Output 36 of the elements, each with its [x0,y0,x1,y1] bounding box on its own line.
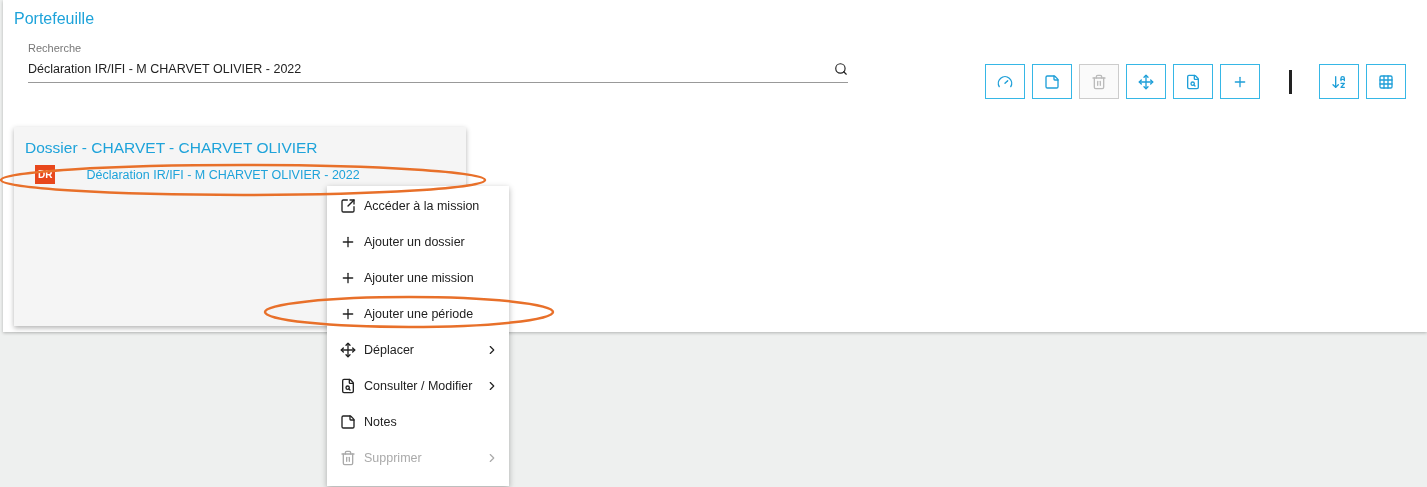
menu-item[interactable]: Ajouter une période [327,296,509,332]
sort-icon [1331,73,1347,90]
menu-item[interactable]: Consulter / Modifier [327,368,509,404]
move-button[interactable] [1126,64,1166,99]
plus-icon [340,306,356,322]
card-title: Dossier - CHARVET - CHARVET OLIVIER [25,139,319,157]
search-icon[interactable] [834,62,848,76]
plus-button[interactable] [1220,64,1260,99]
menu-item[interactable]: Déplacer [327,332,509,368]
note-button[interactable] [1032,64,1072,99]
menu-item[interactable]: Notes [327,404,509,440]
search-label: Recherche [28,42,83,54]
gauge-button[interactable] [985,64,1025,99]
plus-icon [340,270,356,286]
trash-icon [340,450,356,466]
gauge-icon [997,73,1013,90]
menu-item[interactable]: Ajouter un dossier [327,224,509,260]
note-icon [340,414,356,430]
trash-icon [1091,73,1107,90]
grid-button[interactable] [1366,64,1406,99]
file-search-icon [340,378,356,394]
grid-icon [1378,73,1394,90]
file-search-icon [1185,73,1201,90]
search-field[interactable]: Recherche Déclaration IR/IFI - M CHARVET OLIVIER - 2022 [28,42,848,83]
menu-item[interactable]: Ajouter une mission [327,260,509,296]
search-value: Déclaration IR/IFI - M CHARVET OLIVIER - 2022 [28,62,302,76]
toolbar-divider [1289,69,1292,94]
menu-item[interactable]: Accéder à la mission [327,188,509,224]
sort-button[interactable] [1319,64,1359,99]
file-search-button[interactable] [1173,64,1213,99]
plus-icon [340,234,356,250]
note-icon [1044,73,1060,90]
open-icon [340,198,356,214]
move-icon [1138,73,1154,90]
page-title: Portefeuille [14,10,96,28]
move-icon [340,342,356,358]
